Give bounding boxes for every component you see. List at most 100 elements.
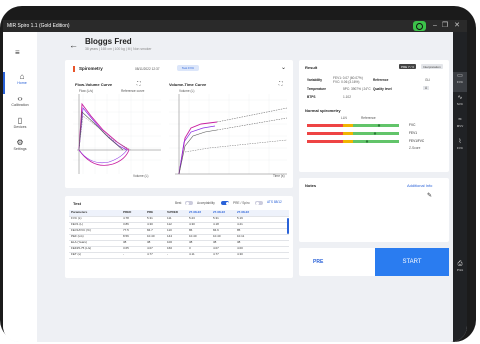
table-cell: 38 (189, 240, 193, 244)
table-cell: 4.18 (213, 222, 219, 226)
bar-label-fev1: FEV1 (409, 131, 417, 135)
pre-tag[interactable]: PRE 7 / 3 (399, 64, 416, 70)
spirometry-icon (73, 66, 75, 72)
interpretation-tag[interactable]: Interpretation (421, 64, 443, 70)
table-cell: 38 (147, 240, 151, 244)
pre-button[interactable]: PRE (313, 259, 323, 265)
zscore-markers (365, 124, 381, 143)
table-cell: 5.23 (189, 216, 195, 220)
spirometry-title: Spirometry (79, 66, 103, 71)
sidebar-item-home[interactable]: ⌂ Home (3, 72, 39, 94)
sidebar-item-calibration[interactable]: ‹› Calibration (3, 94, 37, 116)
notes-card: Notes Additional Info ✎ (299, 178, 449, 242)
result-card: Result PRE 7 / 3 Interpretation Variabil… (299, 60, 449, 172)
toolbar-label: Print (456, 268, 464, 272)
table-scrollbar[interactable] (287, 218, 289, 234)
svc-test-button[interactable]: ∿ SVC (453, 94, 467, 114)
table-cell: FEV1/FVC (%) (71, 228, 91, 232)
table-cell: 10.40 (213, 234, 221, 238)
acceptability-toggle[interactable] (221, 201, 229, 205)
table-cell: 85 (237, 228, 241, 232)
temperature-label: Temperature (307, 87, 327, 91)
print-button[interactable]: ⎙ Print (453, 260, 467, 280)
table-cell: 4.21 (237, 222, 243, 226)
patient-details: 38 years | 165 cm | 100 kg | M | Non smo… (85, 47, 152, 51)
table-cell: 77.5 (123, 228, 129, 232)
printer-icon: ⎙ (457, 261, 463, 267)
table-cell: PEF (L/s) (71, 234, 84, 238)
chevron-down-icon[interactable]: ⌄ (281, 64, 286, 71)
pre-spiro-label: PRE / Spiro (233, 201, 250, 205)
expand-icon[interactable]: ⛶ (137, 81, 141, 87)
test-card: Test Best Acceptability PRE / Spiro ATS … (65, 196, 293, 278)
zscore-label: Z-Score (409, 146, 421, 150)
table-cell: FVC (L) (71, 216, 82, 220)
column-header[interactable]: 27-08-22 (237, 210, 249, 216)
normal-spirometry-title: Normal spirometry (305, 108, 341, 113)
menu-icon[interactable]: ≡ (15, 48, 24, 57)
quality-value: A (423, 86, 430, 90)
notes-title: Notes (305, 183, 317, 188)
best-label: Best (175, 201, 182, 205)
reference-curve (78, 115, 132, 151)
table-cell: - (167, 252, 168, 256)
restore-icon[interactable]: ❐ (441, 22, 449, 30)
device-icon: ▯ (17, 116, 23, 125)
table-cell: 4.07 (213, 246, 219, 250)
sidebar-item-label: Calibration (11, 103, 29, 107)
acceptability-label: Acceptability (197, 201, 215, 205)
table-cell: 112 (167, 222, 172, 226)
table-cell: 4.00 (237, 246, 243, 250)
ats-badge[interactable]: ATS 88/12 (267, 200, 282, 204)
reference-marker-label: Reference (361, 116, 376, 120)
minimize-icon[interactable]: – (431, 22, 439, 30)
table-cell: 3.86 (123, 222, 129, 226)
table-cell: 4.30 (147, 222, 153, 226)
column-header[interactable]: 27-08-22 (189, 210, 201, 216)
additional-info-link[interactable]: Additional Info (407, 183, 432, 188)
fvc-extra-button[interactable]: ⌇ FVC (453, 138, 467, 158)
wave-icon: ∿ (457, 95, 463, 101)
best-toggle[interactable] (185, 201, 193, 205)
table-cell: FET (s) (71, 252, 81, 256)
close-icon[interactable]: ✕ (453, 22, 461, 30)
table-cell: 4.78 (123, 216, 129, 220)
column-header: PRED (123, 210, 132, 214)
table-cell: 4.77 (213, 252, 219, 256)
table-cell: 4.30 (189, 222, 195, 226)
flow-volume-title: Flow-Volume Curve (75, 82, 113, 87)
table-cell: 84.7 (147, 228, 153, 232)
right-toolbar: ▭ FVC ∿ SVC ≈ MVV ⌇ FVC ⎙ Print (453, 32, 467, 342)
mvv-test-button[interactable]: ≈ MVV (453, 116, 467, 136)
table-cell: 8.56 (123, 234, 129, 238)
toolbar-label: FVC (457, 80, 463, 84)
expand-icon[interactable]: ⛶ (279, 81, 283, 87)
back-arrow-icon[interactable]: ← (69, 40, 78, 50)
table-cell: 86 (189, 228, 193, 232)
pencil-icon[interactable]: ✎ (427, 192, 432, 199)
table-cell: 38 (213, 240, 217, 244)
sidebar-item-settings[interactable]: ⚙ Settings (3, 138, 37, 160)
test-type-chip[interactable]: Test FVC (177, 65, 199, 71)
lln-label: LLN (341, 116, 347, 120)
sidebar-item-devices[interactable]: ▯ Devices (3, 116, 37, 138)
column-header: Parameters (71, 210, 88, 214)
table-cell: 10.40 (147, 234, 155, 238)
table-cell: 5.19 (237, 216, 243, 220)
status-ok-icon[interactable] (413, 21, 426, 31)
column-header: %PRED (167, 210, 179, 214)
table-cell: 10.11 (237, 234, 245, 238)
table-cell: 160 (167, 246, 173, 250)
window-title: MIR Spiro 1.1 (Gold Edition) (7, 23, 70, 29)
fvc-test-button[interactable]: ▭ FVC (453, 72, 467, 92)
column-header[interactable]: 27-08-22 (213, 210, 225, 216)
volume-time-title: Volume-Time Curve (169, 82, 207, 87)
sidebar-item-label: Settings (13, 147, 27, 151)
table-cell: 84.6 (213, 228, 219, 232)
bar-label-fev1-fvc: FEV1/FVC (409, 139, 425, 143)
quality-label: Quality level (373, 87, 392, 91)
result-title: Result (305, 65, 318, 70)
bar-label-fvc: FVC (409, 123, 416, 127)
start-button[interactable]: START (375, 248, 449, 276)
pre-spiro-toggle[interactable] (255, 201, 263, 205)
